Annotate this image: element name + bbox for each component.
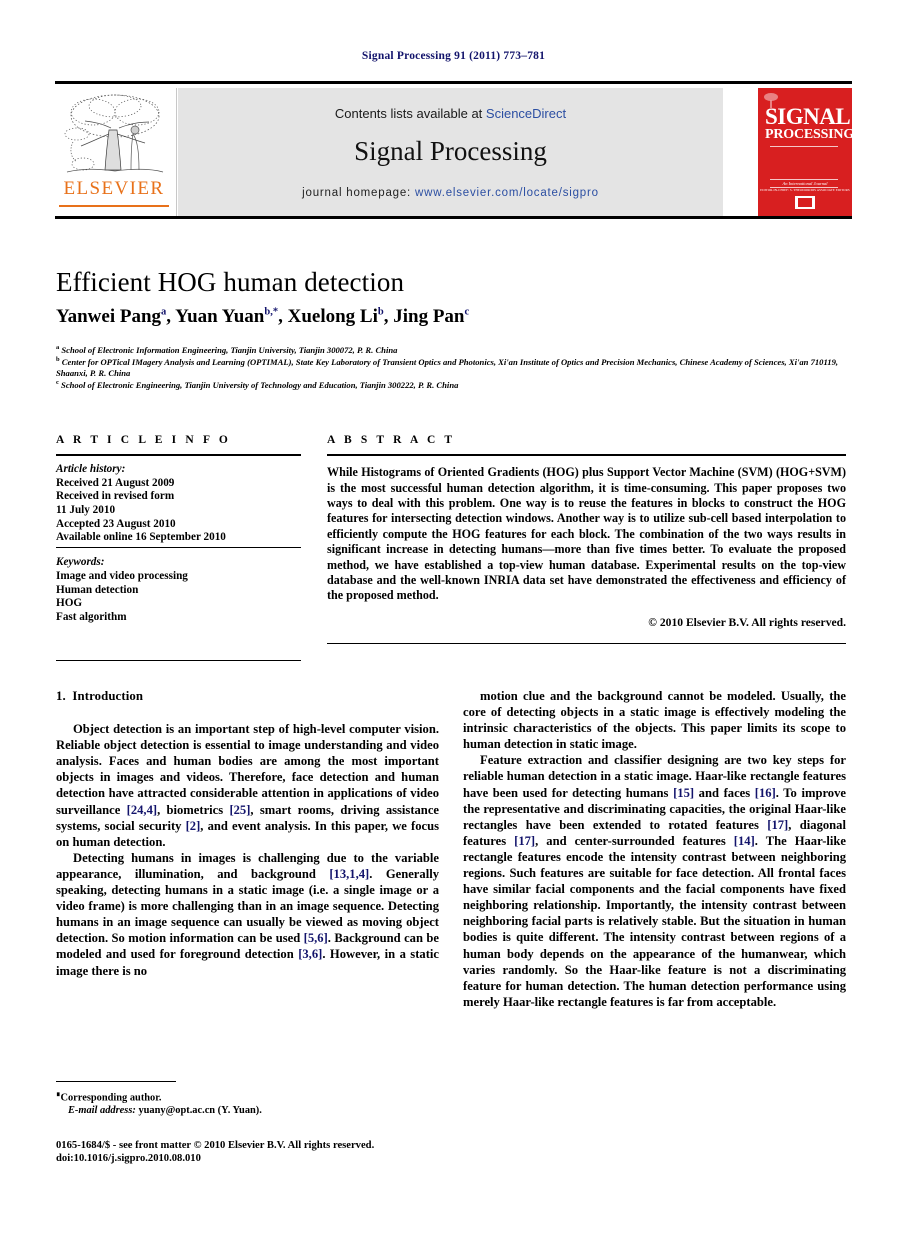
- history-item-3: Accepted 23 August 2010: [56, 517, 176, 530]
- keyword-1: Human detection: [56, 583, 139, 596]
- body-column-right: motion clue and the background cannot be…: [463, 688, 846, 1010]
- cover-rule-bottom: [770, 187, 838, 188]
- article-history-rule: [56, 546, 301, 549]
- citation-reference[interactable]: [25]: [229, 803, 250, 817]
- cover-editor-line: EDITOR-IN-CHIEF: S. THEODORIDIS ASSOCIAT…: [760, 188, 850, 192]
- paper-page: Signal Processing 91 (2011) 773–781 ELSE…: [0, 0, 907, 1238]
- keyword-0: Image and video processing: [56, 569, 188, 582]
- paragraph: Detecting humans in images is challengin…: [56, 850, 439, 978]
- body-column-left: 1. Introduction Object detection is an i…: [56, 688, 439, 979]
- cover-subtitle: An International Journal: [782, 181, 828, 186]
- cover-title-line1: SIGNAL: [765, 104, 851, 129]
- page-title: Efficient HOG human detection: [56, 267, 405, 297]
- abstract-copyright: © 2010 Elsevier B.V. All rights reserved…: [648, 615, 846, 629]
- journal-masthead: ELSEVIER Contents lists available at Sci…: [55, 81, 852, 219]
- author-0-name: Yanwei Pang: [56, 306, 162, 327]
- article-info-heading: A R T I C L E I N F O: [56, 434, 231, 446]
- contents-prefix: Contents lists available at: [334, 106, 486, 121]
- author-1-affil-mark[interactable]: b,*: [264, 307, 278, 318]
- citation-reference[interactable]: [17]: [767, 818, 788, 832]
- footnote-rule: [56, 1081, 176, 1082]
- masthead-center-panel: Contents lists available at ScienceDirec…: [178, 88, 723, 216]
- journal-homepage-line: journal homepage: www.elsevier.com/locat…: [178, 187, 723, 199]
- section-title: Introduction: [72, 689, 144, 703]
- author-2-name: Xuelong Li: [287, 306, 378, 327]
- imprint-line-1: 0165-1684/$ - see front matter © 2010 El…: [56, 1140, 375, 1151]
- elsevier-underline: [59, 205, 169, 207]
- running-head: Signal Processing 91 (2011) 773–781: [361, 50, 546, 62]
- citation-reference[interactable]: [15]: [673, 786, 694, 800]
- masthead-bottom-rule: [55, 216, 852, 219]
- author-1-sep: ,: [278, 306, 288, 327]
- cover-title-line2: PROCESSING: [765, 127, 852, 142]
- citation-reference[interactable]: [13,1,4]: [329, 867, 369, 881]
- affiliation-c-text: School of Electronic Engineering, Tianji…: [61, 379, 459, 390]
- cover-publisher-badge-inner: [798, 198, 812, 207]
- corresponding-author-text: Corresponding author.: [60, 1092, 162, 1104]
- elsevier-tree-icon: [64, 94, 164, 173]
- abstract-column: A B S T R A C T While Histograms of Orie…: [327, 434, 846, 644]
- imprint-line-2[interactable]: doi:10.1016/j.sigpro.2010.08.010: [56, 1153, 201, 1164]
- author-3-affil-mark[interactable]: c: [465, 307, 470, 318]
- author-3-name: Jing Pan: [393, 306, 465, 327]
- cover-publisher-badge: [795, 196, 815, 209]
- abstract-heading: A B S T R A C T: [327, 434, 456, 446]
- email-value[interactable]: yuany@opt.ac.cn (Y. Yuan).: [138, 1105, 261, 1116]
- history-item-2: 11 July 2010: [56, 503, 116, 516]
- citation-reference[interactable]: [17]: [514, 834, 535, 848]
- section-heading-introduction: 1. Introduction: [56, 688, 439, 704]
- keyword-3: Fast algorithm: [56, 610, 127, 623]
- author-2-sep: ,: [383, 306, 394, 327]
- affiliation-b-text: Center for OPTical IMagery Analysis and …: [56, 356, 839, 379]
- homepage-link[interactable]: www.elsevier.com/locate/sigpro: [415, 187, 599, 199]
- email-line: E-mail address: yuany@opt.ac.cn (Y. Yuan…: [56, 1104, 446, 1117]
- citation-reference[interactable]: [3,6]: [298, 947, 322, 961]
- history-item-1: Received in revised form: [56, 490, 175, 503]
- author-list: Yanwei Panga, Yuan Yuanb,*, Xuelong Lib,…: [56, 306, 469, 328]
- keywords-block: Keywords: Image and video processing Hum…: [56, 556, 301, 624]
- abstract-rule: [327, 454, 846, 457]
- author-1-name: Yuan Yuan: [175, 306, 265, 327]
- sciencedirect-link[interactable]: ScienceDirect: [486, 106, 566, 121]
- history-item-0: Received 21 August 2009: [56, 476, 175, 489]
- affiliation-c-mark: c: [56, 379, 59, 386]
- paragraph: Feature extraction and classifier design…: [463, 753, 846, 1009]
- abstract-bottom-rule: [327, 642, 846, 644]
- citation-reference[interactable]: [2]: [186, 819, 201, 833]
- article-info-bottom-rule: [56, 660, 301, 661]
- email-label: E-mail address:: [68, 1105, 136, 1117]
- author-0-sep: ,: [166, 306, 176, 327]
- article-info-rule: [56, 454, 301, 457]
- affiliation-c: c School of Electronic Engineering, Tian…: [56, 377, 846, 391]
- cover-rule-mid: [770, 179, 838, 180]
- article-history: Article history: Received 21 August 2009…: [56, 463, 301, 545]
- journal-cover-thumbnail: SIGNAL PROCESSING An International Journ…: [758, 88, 852, 216]
- citation-reference[interactable]: [24,4]: [127, 803, 157, 817]
- affiliation-b-mark: b: [56, 356, 60, 363]
- abstract-text: While Histograms of Oriented Gradients (…: [327, 465, 846, 603]
- elsevier-wordmark: ELSEVIER: [63, 178, 165, 199]
- citation-reference[interactable]: [16]: [755, 786, 776, 800]
- affiliation-a-mark: a: [56, 344, 60, 351]
- citation-reference[interactable]: [5,6]: [304, 931, 328, 945]
- imprint-block: 0165-1684/$ - see front matter © 2010 El…: [56, 1139, 486, 1166]
- footnote-block: ∎Corresponding author. E-mail address: y…: [56, 1088, 446, 1117]
- article-history-label: Article history:: [56, 463, 126, 476]
- paragraph: Object detection is an important step of…: [56, 722, 439, 849]
- keyword-2: HOG: [56, 597, 83, 610]
- article-info-column: A R T I C L E I N F O Article history: R…: [56, 434, 301, 624]
- elsevier-logo: ELSEVIER: [55, 88, 177, 216]
- contents-list-line: Contents lists available at ScienceDirec…: [178, 106, 723, 121]
- section-number: 1.: [56, 689, 66, 703]
- masthead-top-rule: [55, 81, 852, 84]
- citation-reference[interactable]: [14]: [734, 834, 755, 848]
- journal-title: Signal Processing: [354, 136, 547, 166]
- homepage-prefix: journal homepage:: [302, 187, 416, 199]
- paragraph: motion clue and the background cannot be…: [463, 689, 846, 752]
- history-item-4: Available online 16 September 2010: [56, 531, 226, 544]
- keywords-label: Keywords:: [56, 556, 105, 569]
- cover-rule-top: [770, 146, 838, 147]
